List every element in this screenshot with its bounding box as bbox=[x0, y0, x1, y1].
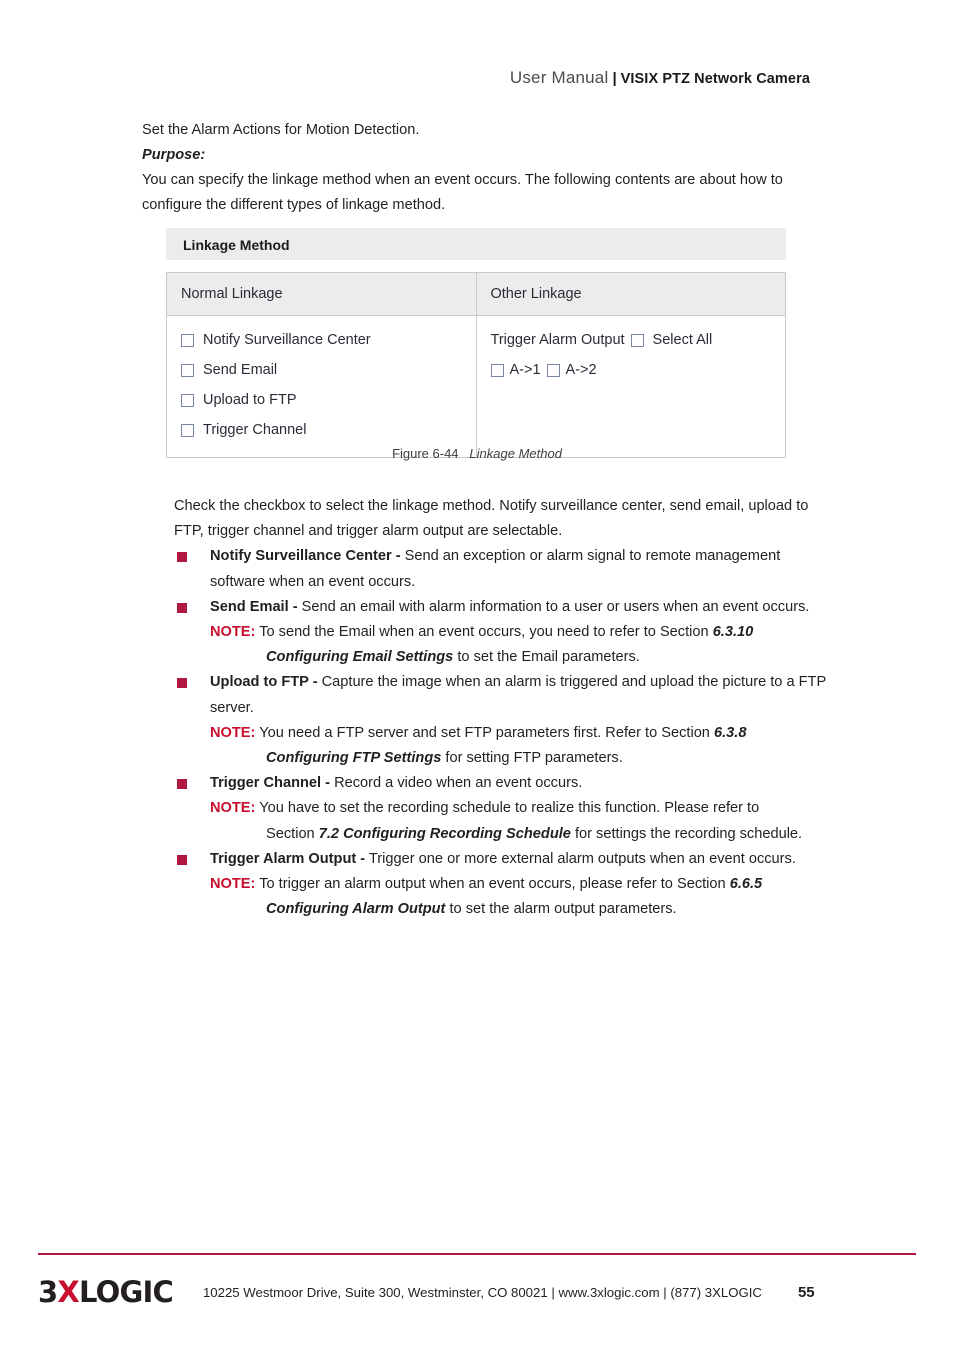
trigger-alarm-output-label: Trigger Alarm Output bbox=[490, 332, 625, 348]
bullet-term: Send Email - bbox=[210, 598, 298, 615]
checkbox-icon[interactable] bbox=[546, 363, 560, 377]
note-text: You need a FTP server and set FTP parame… bbox=[255, 724, 714, 741]
bullet-square-icon bbox=[177, 678, 187, 689]
alarm-output-label-a1: A->1 bbox=[509, 362, 541, 378]
bullet-text: Trigger one or more external alarm outpu… bbox=[365, 850, 796, 867]
note-sub-text: for setting FTP parameters. bbox=[441, 750, 623, 767]
note-upload-to-ftp: NOTE: You need a FTP server and set FTP … bbox=[174, 721, 834, 746]
table-header-row: Normal Linkage Other Linkage bbox=[166, 272, 786, 316]
logo-part-1: 3 bbox=[38, 1274, 58, 1309]
note-sub-send-email: Configuring Email Settings to set the Em… bbox=[174, 645, 834, 670]
note-sub-trigger-alarm-output: Configuring Alarm Output to set the alar… bbox=[174, 897, 834, 922]
note-send-email: NOTE: To send the Email when an event oc… bbox=[174, 620, 834, 645]
bullet-square-icon bbox=[177, 854, 187, 865]
bullet-term: Trigger Channel - bbox=[210, 775, 331, 792]
body-intro-paragraph: Check the checkbox to select the linkage… bbox=[174, 498, 809, 540]
checkbox-icon[interactable] bbox=[490, 363, 504, 377]
note-sub-ref: Configuring Alarm Output bbox=[266, 901, 446, 918]
note-label: NOTE: bbox=[210, 624, 256, 641]
checkbox-label: Notify Surveillance Center bbox=[203, 332, 371, 348]
column-header-other-linkage: Other Linkage bbox=[476, 272, 786, 316]
header-subtitle: VISIX PTZ Network Camera bbox=[620, 71, 810, 87]
figure-caption-name: Linkage Method bbox=[469, 446, 562, 461]
bullet-term: Upload to FTP - bbox=[210, 674, 318, 691]
bullet-square-icon bbox=[177, 602, 187, 613]
figure-caption: Figure 6-44 Linkage Method bbox=[0, 446, 954, 461]
note-sub-trigger-channel: Section 7.2 Configuring Recording Schedu… bbox=[174, 822, 834, 847]
footer-divider bbox=[38, 1253, 916, 1255]
page-number: 55 bbox=[797, 1283, 815, 1301]
linkage-method-figure: Linkage Method Normal Linkage Other Link… bbox=[166, 228, 786, 458]
panel-title-linkage-method: Linkage Method bbox=[166, 228, 786, 260]
bullet-notify-surveillance-center: Notify Surveillance Center - Send an exc… bbox=[174, 544, 834, 594]
purpose-label: Purpose: bbox=[142, 147, 206, 163]
trigger-alarm-output-row: Trigger Alarm Output Select All bbox=[491, 325, 786, 355]
other-linkage-cell: Trigger Alarm Output Select All A->1 A->… bbox=[476, 316, 786, 458]
note-sub-text: for settings the recording schedule. bbox=[570, 825, 803, 842]
bullet-send-email: Send Email - Send an email with alarm in… bbox=[174, 595, 834, 620]
footer-address: 10225 Westmoor Drive, Suite 300, Westmin… bbox=[202, 1284, 762, 1300]
note-section-ref: 6.6.5 bbox=[729, 876, 763, 893]
document-header: User Manual | VISIX PTZ Network Camera bbox=[510, 68, 810, 88]
checkbox-label: Upload to FTP bbox=[203, 392, 297, 408]
bullet-upload-to-ftp: Upload to FTP - Capture the image when a… bbox=[174, 670, 834, 720]
intro-line: Set the Alarm Actions for Motion Detecti… bbox=[142, 122, 420, 138]
checkbox-icon[interactable] bbox=[181, 333, 194, 347]
checkbox-icon[interactable] bbox=[181, 393, 194, 407]
normal-linkage-cell: Notify Surveillance Center Send Email Up… bbox=[166, 315, 477, 458]
note-sub-text: to set the alarm output parameters. bbox=[445, 901, 677, 918]
document-footer: 3XLOGIC 10225 Westmoor Drive, Suite 300,… bbox=[38, 1272, 916, 1312]
note-trigger-channel: NOTE: You have to set the recording sche… bbox=[174, 796, 834, 821]
linkage-method-table: Normal Linkage Other Linkage Notify Surv… bbox=[166, 272, 786, 458]
note-section-ref: 6.3.8 bbox=[713, 724, 747, 741]
note-text: To trigger an alarm output when an event… bbox=[255, 876, 730, 893]
note-sub-ref: Configuring Email Settings bbox=[266, 649, 454, 666]
checkbox-label: Trigger Channel bbox=[203, 422, 307, 438]
note-trigger-alarm-output: NOTE: To trigger an alarm output when an… bbox=[174, 872, 834, 897]
note-sub-prefix: Section bbox=[266, 825, 319, 842]
bullet-trigger-alarm-output: Trigger Alarm Output - Trigger one or mo… bbox=[174, 847, 834, 872]
checkbox-icon[interactable] bbox=[181, 423, 194, 437]
select-all-label: Select All bbox=[652, 332, 713, 348]
checkbox-row-send-email[interactable]: Send Email bbox=[181, 355, 476, 385]
figure-caption-number: Figure 6-44 bbox=[392, 446, 459, 461]
bullet-square-icon bbox=[177, 552, 187, 563]
note-label: NOTE: bbox=[210, 724, 256, 741]
checkbox-label: Send Email bbox=[203, 362, 278, 378]
header-separator: | bbox=[612, 70, 617, 87]
checkbox-row-upload-to-ftp[interactable]: Upload to FTP bbox=[181, 385, 476, 415]
logo-3xlogic: 3XLOGIC bbox=[38, 1274, 174, 1309]
note-sub-ref: Configuring FTP Settings bbox=[266, 750, 442, 767]
checkbox-icon[interactable] bbox=[181, 363, 194, 377]
alarm-output-label-a2: A->2 bbox=[565, 362, 597, 378]
note-sub-text: to set the Email parameters. bbox=[453, 649, 640, 666]
note-section-ref: 6.3.10 bbox=[712, 624, 754, 641]
column-header-normal-linkage: Normal Linkage bbox=[166, 272, 477, 316]
bullet-square-icon bbox=[177, 779, 187, 790]
checkbox-row-notify-surveillance-center[interactable]: Notify Surveillance Center bbox=[181, 325, 476, 355]
purpose-text: You can specify the linkage method when … bbox=[142, 172, 783, 213]
note-label: NOTE: bbox=[210, 876, 256, 893]
document-page: User Manual | VISIX PTZ Network Camera S… bbox=[0, 0, 954, 1351]
note-text: You have to set the recording schedule t… bbox=[255, 800, 760, 817]
header-title: User Manual bbox=[509, 68, 609, 87]
note-sub-ref: 7.2 Configuring Recording Schedule bbox=[318, 825, 571, 842]
note-sub-upload-to-ftp: Configuring FTP Settings for setting FTP… bbox=[174, 746, 834, 771]
bullet-term: Notify Surveillance Center - bbox=[210, 548, 401, 565]
checkbox-row-trigger-channel[interactable]: Trigger Channel bbox=[181, 415, 476, 445]
logo-x: X bbox=[57, 1274, 79, 1309]
bullet-text: Send an email with alarm information to … bbox=[297, 598, 810, 615]
select-all-checkbox-icon[interactable] bbox=[630, 333, 644, 347]
bullet-trigger-channel: Trigger Channel - Record a video when an… bbox=[174, 771, 834, 796]
note-text: To send the Email when an event occurs, … bbox=[255, 624, 713, 641]
intro-section: Set the Alarm Actions for Motion Detecti… bbox=[142, 118, 814, 218]
note-label: NOTE: bbox=[210, 800, 256, 817]
bullet-term: Trigger Alarm Output - bbox=[210, 850, 366, 867]
bullet-text: Record a video when an event occurs. bbox=[330, 775, 583, 792]
body-section: Check the checkbox to select the linkage… bbox=[174, 494, 834, 922]
logo-part-2: LOGIC bbox=[78, 1274, 174, 1309]
table-body-row: Notify Surveillance Center Send Email Up… bbox=[166, 315, 786, 458]
alarm-output-ports-row: A->1 A->2 bbox=[490, 355, 786, 385]
